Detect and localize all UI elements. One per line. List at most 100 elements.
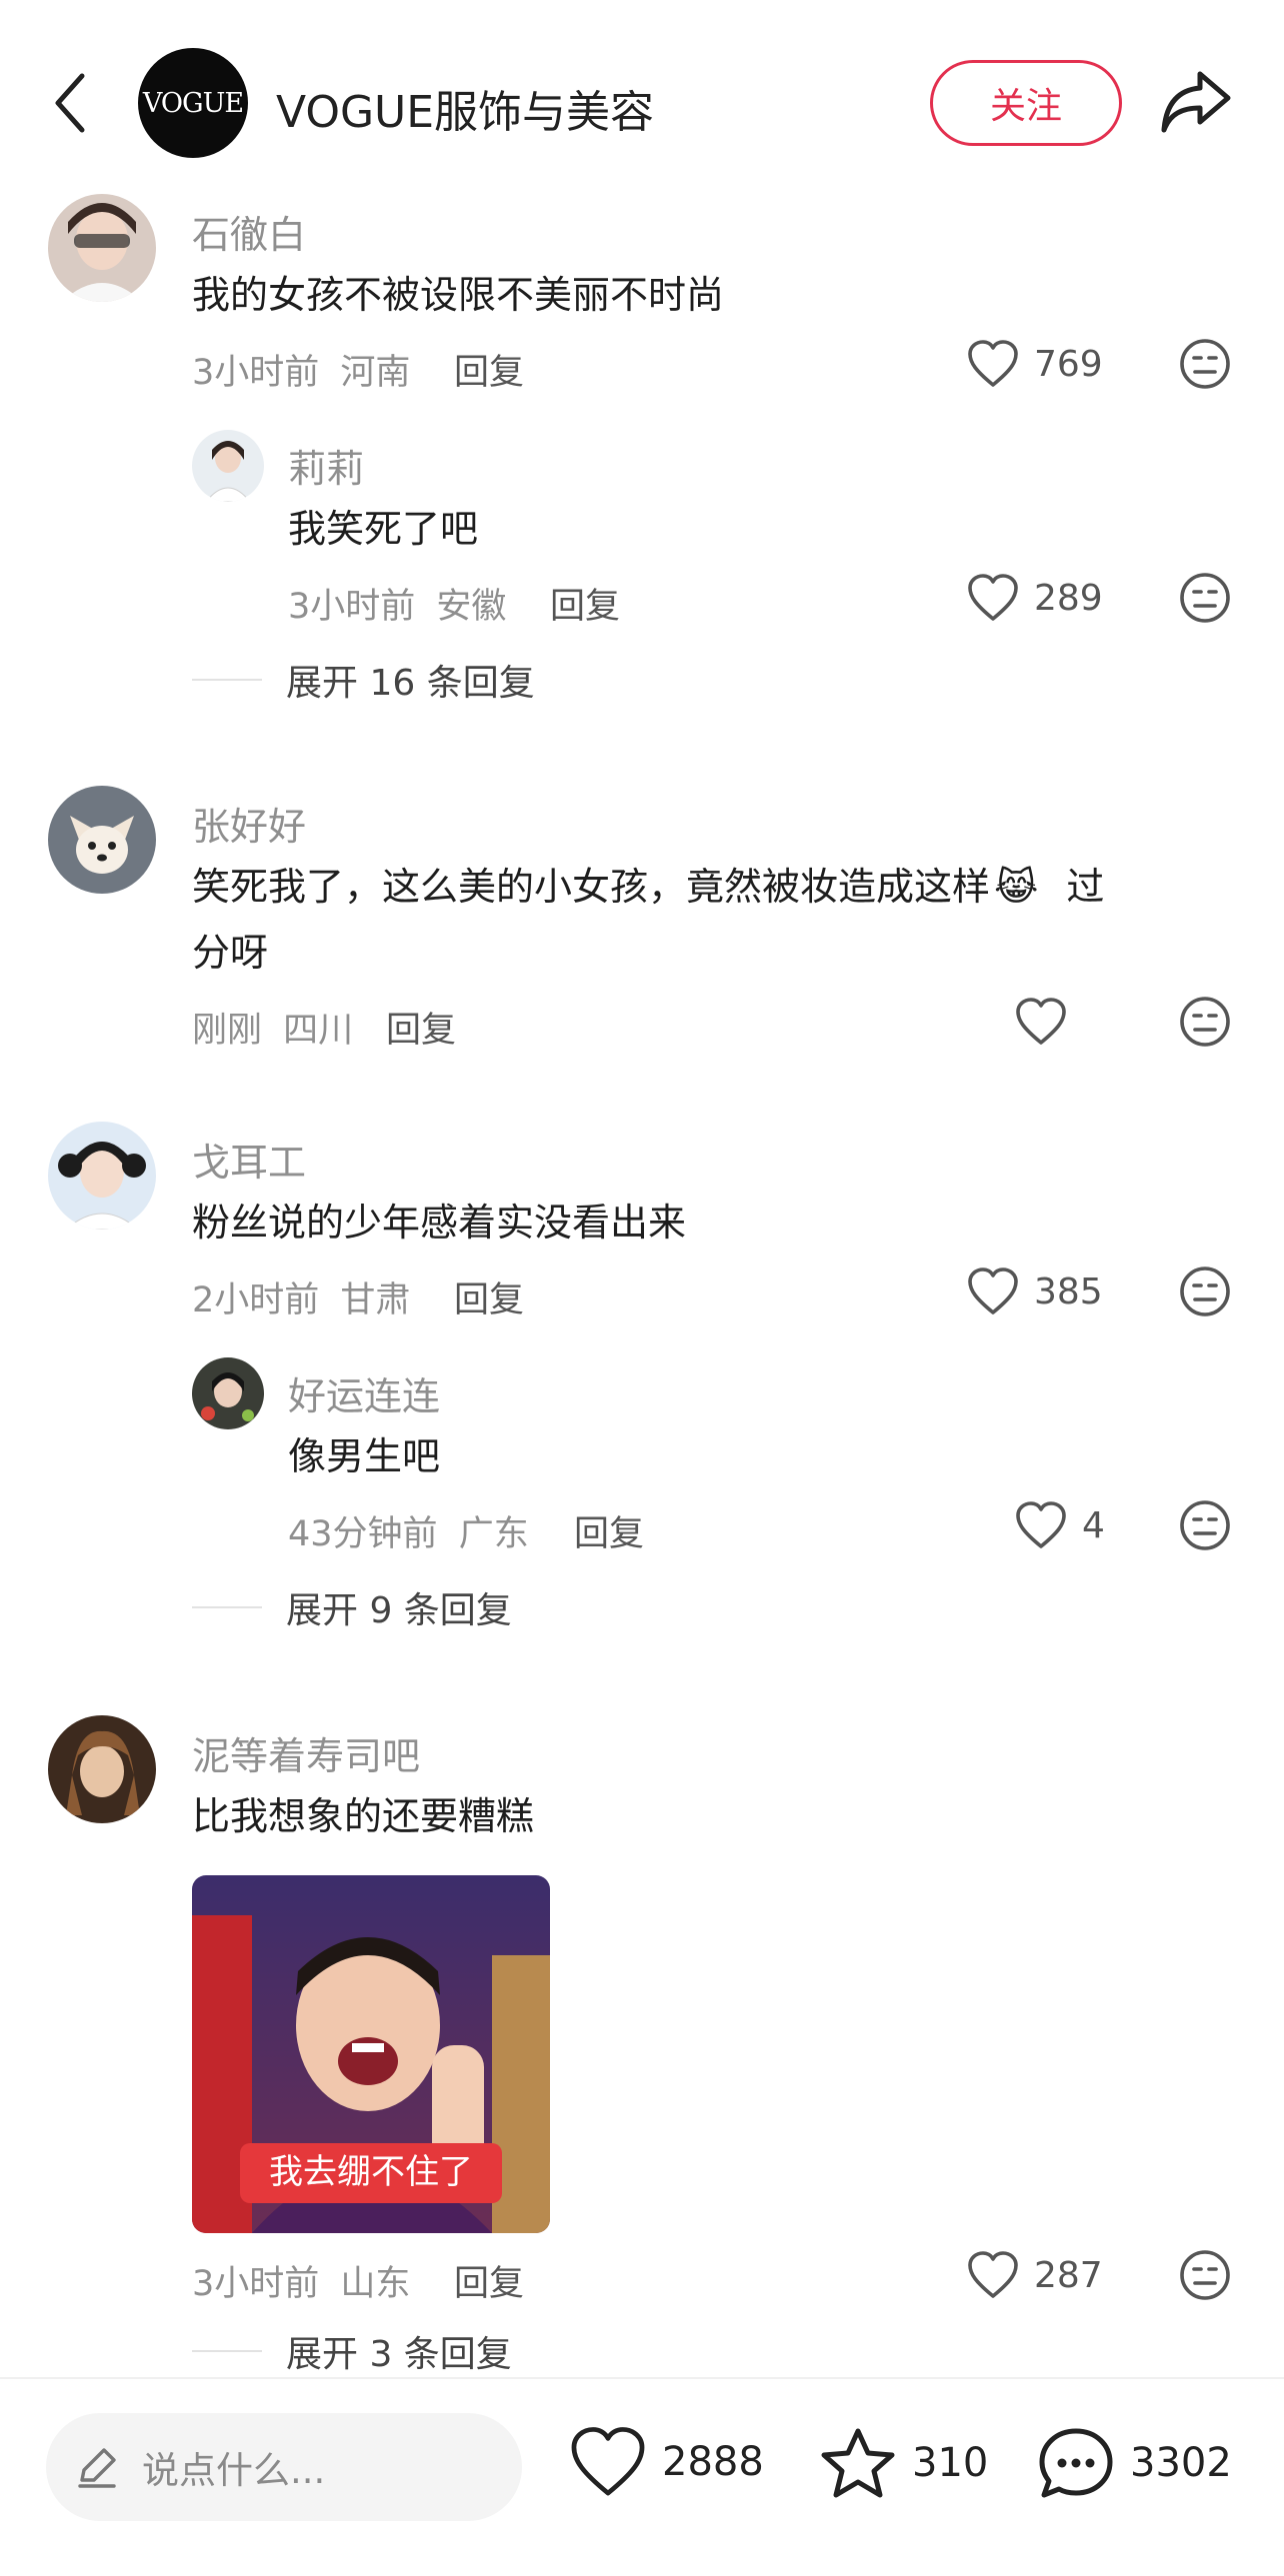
comment-location: 河南 [340, 353, 411, 393]
comments-button[interactable]: 3302 [1036, 2425, 1232, 2501]
dislike-button[interactable] [1178, 337, 1232, 391]
top-nav-bar: VOGUE VOGUE服饰与美容 关注 [0, 0, 1284, 190]
expand-replies-label: 展开 16 条回复 [286, 663, 535, 704]
heart-outline-icon [571, 2427, 645, 2496]
expand-replies-button[interactable]: 展开 16 条回复 [192, 654, 535, 706]
share-button[interactable] [1158, 66, 1234, 138]
heart-outline-icon [968, 1268, 1018, 1314]
heart-outline-icon [968, 574, 1018, 621]
reply-button[interactable]: 回复 [454, 1272, 524, 1322]
chat-bubble-icon [1039, 2428, 1113, 2498]
comment-location: 四川 [283, 1011, 354, 1051]
comment-meta: 2小时前 甘肃 [192, 1272, 410, 1322]
brand-logo-text: VOGUE [142, 87, 244, 119]
like-button[interactable]: 385 [966, 1262, 1103, 1321]
expand-replies-button[interactable]: 展开 3 条回复 [192, 2325, 512, 2377]
expand-replies-button[interactable]: 展开 9 条回复 [192, 1581, 512, 1633]
comment-time: 2小时前 [192, 1281, 320, 1320]
divider [192, 679, 262, 681]
comment-text: 比我想象的还要糟糕 [192, 1794, 535, 1838]
like-count: 287 [1034, 2254, 1103, 2296]
reply-button[interactable]: 回复 [574, 1505, 644, 1556]
meh-face-icon [1180, 339, 1230, 389]
like-button[interactable]: 287 [966, 2245, 1103, 2305]
avatar[interactable] [192, 1357, 264, 1429]
reply-text: 像男生吧 [288, 1434, 441, 1478]
reply-username[interactable]: 莉莉 [288, 438, 364, 493]
chevron-left-icon [55, 73, 85, 133]
favorite-count: 310 [912, 2440, 989, 2486]
reply-time: 3小时前 [288, 587, 416, 627]
reply-text: 我笑死了吧 [288, 507, 479, 551]
expand-replies-label: 展开 3 条回复 [286, 2334, 512, 2375]
avatar[interactable] [48, 194, 156, 302]
comment-text-line1: 笑死我了，这么美的小女孩，竟然被妆造成这样 [192, 865, 991, 909]
back-button[interactable] [48, 68, 96, 138]
reply-button[interactable]: 回复 [454, 344, 524, 395]
like-count: 769 [1034, 343, 1103, 385]
meh-face-icon [1180, 1267, 1230, 1316]
reply-location: 安徽 [436, 587, 507, 627]
avatar[interactable] [48, 786, 156, 894]
like-button[interactable] [1014, 992, 1068, 1052]
follow-button[interactable]: 关注 [930, 60, 1122, 146]
heart-outline-icon [1016, 1501, 1066, 1548]
like-button[interactable]: 4 [1014, 1495, 1105, 1555]
avatar[interactable] [48, 1715, 156, 1823]
meh-face-icon [1180, 2250, 1230, 2300]
reply-button[interactable]: 回复 [386, 1002, 456, 1053]
comment-username[interactable]: 石徹白 [192, 204, 306, 259]
dislike-button[interactable] [1178, 1498, 1232, 1552]
reply-meta: 3小时前 安徽 [288, 578, 506, 629]
pencil-icon [78, 2448, 116, 2488]
comment-location: 甘肃 [340, 1281, 411, 1320]
brand-name[interactable]: VOGUE服饰与美容 [276, 76, 654, 140]
comment-input[interactable]: 说点什么... [46, 2413, 522, 2521]
comment-meta: 刚刚 四川 [192, 1002, 353, 1053]
reply-button[interactable]: 回复 [454, 2255, 524, 2306]
avatar-photo-icon [192, 1357, 264, 1429]
comment-count: 3302 [1130, 2440, 1232, 2486]
brand-avatar[interactable]: VOGUE [138, 48, 248, 158]
comment-input-placeholder: 说点什么... [142, 2449, 326, 2492]
heart-outline-icon [1016, 998, 1066, 1045]
reply-meta: 43分钟前 广东 [288, 1505, 529, 1556]
divider [192, 1606, 262, 1608]
favorite-button[interactable]: 310 [818, 2425, 988, 2501]
reply-time: 43分钟前 [288, 1514, 438, 1554]
like-button[interactable]: 289 [966, 568, 1103, 628]
divider [192, 2350, 262, 2352]
comment-meta: 3小时前 山东 [192, 2255, 410, 2306]
reply-username[interactable]: 好运连连 [288, 1365, 440, 1420]
avatar-photo-icon [48, 1122, 156, 1230]
avatar-photo-icon [48, 1715, 156, 1823]
comment-image[interactable]: 我去绷不住了 [192, 1875, 550, 2233]
share-icon [1161, 71, 1231, 133]
like-button[interactable]: 769 [966, 334, 1103, 394]
avatar[interactable] [48, 1122, 156, 1230]
avatar-dog-icon [48, 786, 156, 894]
like-count: 4 [1082, 1504, 1105, 1546]
post-like-count: 2888 [662, 2439, 764, 2485]
expand-replies-label: 展开 9 条回复 [286, 1590, 512, 1631]
bottom-action-bar: 说点什么... 2888 310 3302 [0, 2377, 1284, 2576]
comment-username[interactable]: 张好好 [192, 796, 306, 851]
comment-time: 3小时前 [192, 2264, 320, 2304]
comment-text: 笑死我了，这么美的小女孩，竟然被妆造成这样 😹 过 [192, 854, 1104, 920]
meh-face-icon [1180, 997, 1230, 1047]
avatar[interactable] [192, 430, 264, 502]
comment-text-line2: 分呀 [192, 931, 269, 975]
dislike-button[interactable] [1178, 995, 1232, 1049]
comment-username[interactable]: 戈耳工 [192, 1132, 306, 1187]
meme-image: 我去绷不住了 [192, 1875, 550, 2233]
dislike-button[interactable] [1178, 1265, 1232, 1318]
dislike-button[interactable] [1178, 571, 1232, 625]
reply-button[interactable]: 回复 [550, 578, 620, 629]
comment-username[interactable]: 泥等着寿司吧 [192, 1725, 420, 1780]
meh-face-icon [1180, 1500, 1230, 1550]
like-post-button[interactable]: 2888 [568, 2425, 764, 2499]
comment-text: 我的女孩不被设限不美丽不时尚 [192, 273, 725, 317]
comment-time: 刚刚 [192, 1011, 263, 1051]
comment-meta: 3小时前 河南 [192, 344, 410, 395]
dislike-button[interactable] [1178, 2248, 1232, 2302]
